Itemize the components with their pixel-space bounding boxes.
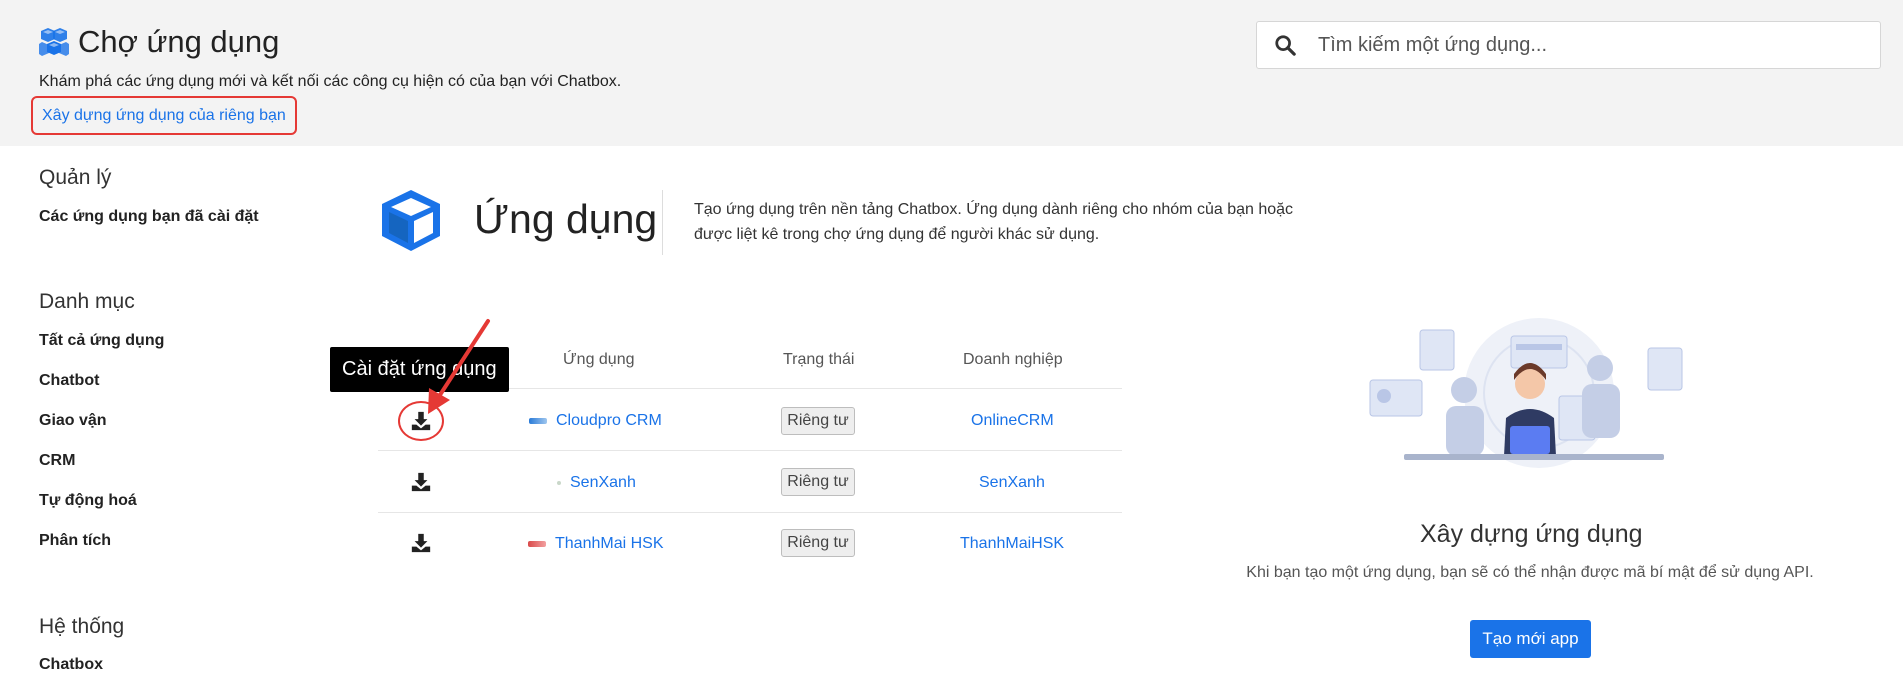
column-header-company: Doanh nghiệp — [963, 351, 1063, 368]
hero-divider — [662, 190, 663, 255]
row-divider — [378, 512, 1122, 513]
search-box[interactable] — [1256, 21, 1881, 69]
hero-description: Tạo ứng dụng trên nền tảng Chatbox. Ứng … — [694, 201, 1294, 243]
sidebar-item-chatbox[interactable]: Chatbox — [39, 656, 103, 674]
search-input[interactable] — [1318, 33, 1858, 57]
app-logo — [528, 541, 546, 547]
cta-title: Xây dựng ứng dụng — [1420, 520, 1643, 548]
search-icon — [1275, 35, 1296, 56]
team-illustration — [1369, 318, 1683, 468]
app-logo — [529, 418, 547, 424]
page-title: Chợ ứng dụng — [78, 24, 280, 59]
column-header-status: Trạng thái — [783, 351, 855, 368]
cubes-icon — [39, 28, 69, 56]
app-name-link[interactable]: ThanhMai HSK — [555, 535, 664, 553]
app-cell: Cloudpro CRM — [529, 412, 662, 430]
create-app-button[interactable]: Tạo mới app — [1470, 620, 1591, 658]
app-logo — [557, 481, 561, 485]
sidebar-item-installed-apps[interactable]: Các ứng dụng bạn đã cài đặt — [39, 208, 259, 226]
sidebar-section-system: Hệ thống — [39, 615, 125, 638]
build-own-app-link[interactable]: Xây dựng ứng dụng của riêng bạn — [31, 96, 297, 135]
title-row: Chợ ứng dụng — [38, 24, 279, 60]
company-link[interactable]: SenXanh — [979, 474, 1045, 492]
hero-title: Ứng dụng — [474, 196, 658, 242]
page-subtitle: Khám phá các ứng dụng mới và kết nối các… — [39, 73, 622, 90]
row-divider — [378, 450, 1122, 451]
sidebar-item-crm[interactable]: CRM — [39, 452, 75, 470]
app-cell: SenXanh — [557, 474, 636, 492]
cta-description: Khi bạn tạo một ứng dụng, bạn sẽ có thể … — [1246, 564, 1814, 581]
sidebar-item-chatbot[interactable]: Chatbot — [39, 372, 99, 390]
status-badge: Riêng tư — [781, 468, 855, 496]
column-header-app: Ứng dụng — [563, 351, 635, 368]
download-icon — [411, 533, 431, 553]
sidebar-item-all-apps[interactable]: Tất cả ứng dụng — [39, 332, 164, 350]
box-icon — [382, 190, 440, 251]
download-icon — [411, 472, 431, 492]
app-name-link[interactable]: SenXanh — [570, 474, 636, 492]
app-name-link[interactable]: Cloudpro CRM — [556, 412, 662, 430]
annotation-arrow — [428, 319, 490, 414]
status-badge: Riêng tư — [781, 529, 855, 557]
sidebar-item-automation[interactable]: Tự động hoá — [39, 492, 137, 510]
app-cell: ThanhMai HSK — [528, 535, 664, 553]
sidebar-item-shipping[interactable]: Giao vận — [39, 412, 107, 430]
install-button[interactable] — [408, 469, 434, 495]
status-badge: Riêng tư — [781, 407, 855, 435]
sidebar-section-manage: Quản lý — [39, 166, 112, 189]
sidebar-item-analytics[interactable]: Phân tích — [39, 532, 111, 550]
sidebar-section-categories: Danh mục — [39, 290, 135, 313]
page-header: Chợ ứng dụng Khám phá các ứng dụng mới v… — [0, 0, 1903, 146]
company-link[interactable]: OnlineCRM — [971, 412, 1054, 430]
company-link[interactable]: ThanhMaiHSK — [960, 535, 1064, 553]
install-button[interactable] — [408, 530, 434, 556]
